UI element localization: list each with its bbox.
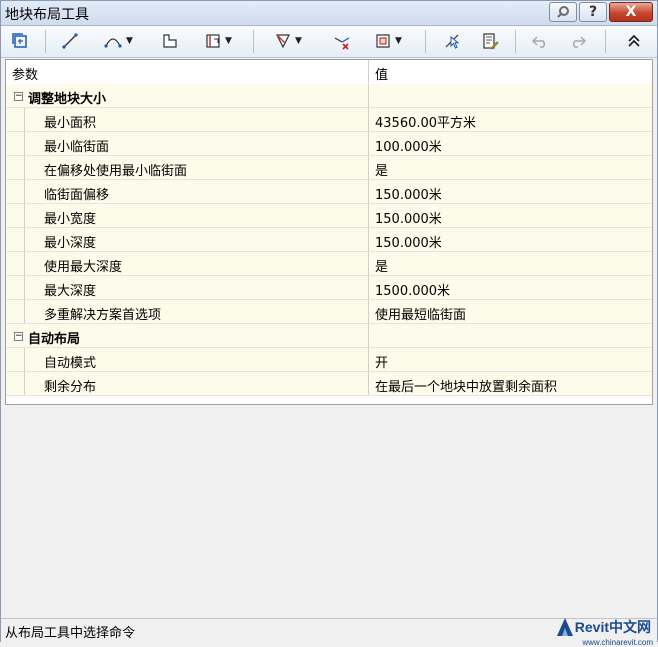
collapse-toolbar-button[interactable] — [623, 30, 645, 52]
toolbar-separator — [515, 30, 516, 53]
section-row-resize-parcel[interactable]: − 调整地块大小 — [6, 84, 652, 108]
table-row[interactable]: 在偏移处使用最小临街面 是 — [6, 156, 652, 180]
parcel-layout-tools-window: 地块布局工具 ? X ▼ ▼ ▼ ▼ 参数 值 − 调整地块大小 最小面积 43… — [0, 0, 658, 647]
redo-button[interactable] — [567, 30, 589, 52]
sub-entity-editor-icon — [483, 33, 499, 50]
param-value[interactable]: 使用最短临街面 — [375, 304, 466, 323]
delete-entity-icon — [334, 37, 350, 50]
table-row[interactable]: 最大深度 1500.000米 — [6, 276, 652, 300]
toolbar-separator — [425, 30, 426, 53]
value-column-header: 值 — [375, 68, 389, 83]
param-value[interactable]: 150.000米 — [375, 232, 442, 251]
param-name: 在偏移处使用最小临街面 — [44, 164, 188, 179]
param-value[interactable]: 是 — [375, 160, 388, 179]
toolbar-separator — [45, 30, 46, 53]
pick-sub-entity-icon — [445, 34, 460, 49]
param-value[interactable]: 43560.00平方米 — [375, 112, 476, 131]
collapse-icon[interactable]: − — [14, 332, 23, 341]
section-label: 调整地块大小 — [28, 92, 107, 107]
watermark-brand: Revit — [574, 619, 609, 635]
add-fixed-line-button[interactable] — [59, 30, 81, 52]
pin-button[interactable] — [549, 2, 577, 22]
param-name: 最小深度 — [44, 236, 97, 251]
watermark-logo: Revit 中文网 — [555, 613, 651, 641]
param-name: 多重解决方案首选项 — [44, 308, 162, 323]
window-title: 地块布局工具 — [5, 7, 89, 23]
param-name: 最小临街面 — [44, 140, 110, 155]
param-name: 使用最大深度 — [44, 260, 123, 275]
title-bar: 地块布局工具 ? X — [1, 1, 657, 26]
collapse-icon[interactable]: − — [14, 92, 23, 101]
table-row[interactable]: 最小宽度 150.000米 — [6, 204, 652, 228]
table-row[interactable]: 最小面积 43560.00平方米 — [6, 108, 652, 132]
toolbar-separator — [605, 30, 606, 53]
close-icon: X — [625, 4, 637, 20]
tangent-icon — [163, 34, 177, 48]
param-name: 最小宽度 — [44, 212, 97, 227]
table-row[interactable]: 剩余分布 在最后一个地块中放置剩余面积 — [6, 372, 652, 396]
help-icon: ? — [588, 4, 598, 20]
pick-sub-entity-button[interactable] — [441, 30, 463, 52]
add-fixed-curve-dropdown[interactable]: ▼ — [97, 30, 139, 52]
toolbar-separator — [253, 30, 254, 53]
help-button[interactable]: ? — [579, 2, 607, 22]
parcel-union-icon — [376, 34, 390, 48]
section-label: 自动布局 — [28, 332, 81, 347]
toolbar: ▼ ▼ ▼ ▼ — [1, 26, 657, 58]
swing-line-icon — [276, 34, 291, 49]
table-row[interactable]: 临街面偏移 150.000米 — [6, 180, 652, 204]
slide-line-icon — [206, 34, 220, 48]
param-value[interactable]: 是 — [375, 256, 388, 275]
table-row[interactable]: 自动模式 开 — [6, 348, 652, 372]
parcel-from-objects-icon — [12, 33, 27, 48]
param-value[interactable]: 在最后一个地块中放置剩余面积 — [375, 376, 557, 395]
status-text: 从布局工具中选择命令 — [5, 626, 136, 641]
slide-line-dropdown[interactable]: ▼ — [197, 30, 239, 52]
revit-logo-icon — [556, 618, 573, 636]
watermark-url: www.chinarevit.com — [582, 638, 653, 647]
param-name: 最小面积 — [44, 116, 97, 131]
redo-icon — [572, 36, 587, 48]
sub-entity-editor-button[interactable] — [479, 30, 501, 52]
chevron-down-icon: ▼ — [395, 36, 402, 46]
status-bar: 从布局工具中选择命令 Revit 中文网 www.chinarevit.com — [1, 618, 657, 647]
section-row-auto-layout[interactable]: − 自动布局 — [6, 324, 652, 348]
parameter-grid: 参数 值 − 调整地块大小 最小面积 43560.00平方米 最小临街面 100… — [5, 59, 653, 405]
param-value[interactable]: 150.000米 — [375, 184, 442, 203]
key-icon — [557, 6, 569, 18]
line-icon — [62, 33, 78, 49]
create-parcel-from-objects-button[interactable] — [9, 30, 31, 52]
close-button[interactable]: X — [609, 2, 653, 22]
swing-line-dropdown[interactable]: ▼ — [267, 30, 309, 52]
param-name: 自动模式 — [44, 356, 97, 371]
delete-sub-entity-button[interactable] — [331, 30, 353, 52]
table-row[interactable]: 最小临街面 100.000米 — [6, 132, 652, 156]
param-value[interactable]: 1500.000米 — [375, 280, 450, 299]
param-value[interactable]: 开 — [375, 352, 388, 371]
watermark-cn: 中文网 — [609, 620, 651, 636]
undo-icon — [531, 36, 546, 48]
chevron-down-icon: ▼ — [295, 36, 302, 46]
param-name: 临街面偏移 — [44, 188, 110, 203]
param-name: 剩余分布 — [44, 380, 97, 395]
double-chevron-up-icon — [628, 34, 640, 47]
table-row[interactable]: 使用最大深度 是 — [6, 252, 652, 276]
table-row[interactable]: 最小深度 150.000米 — [6, 228, 652, 252]
curve-icon — [104, 38, 122, 48]
param-name: 最大深度 — [44, 284, 97, 299]
draw-tangent-tangent-button[interactable] — [159, 30, 181, 52]
chevron-down-icon: ▼ — [126, 36, 133, 46]
param-value[interactable]: 150.000米 — [375, 208, 442, 227]
grid-header: 参数 值 — [6, 60, 652, 85]
param-column-header: 参数 — [12, 68, 39, 83]
table-row[interactable]: 多重解决方案首选项 使用最短临街面 — [6, 300, 652, 324]
parcel-union-dropdown[interactable]: ▼ — [367, 30, 409, 52]
chevron-down-icon: ▼ — [225, 36, 232, 46]
undo-button[interactable] — [529, 30, 551, 52]
param-value[interactable]: 100.000米 — [375, 136, 442, 155]
